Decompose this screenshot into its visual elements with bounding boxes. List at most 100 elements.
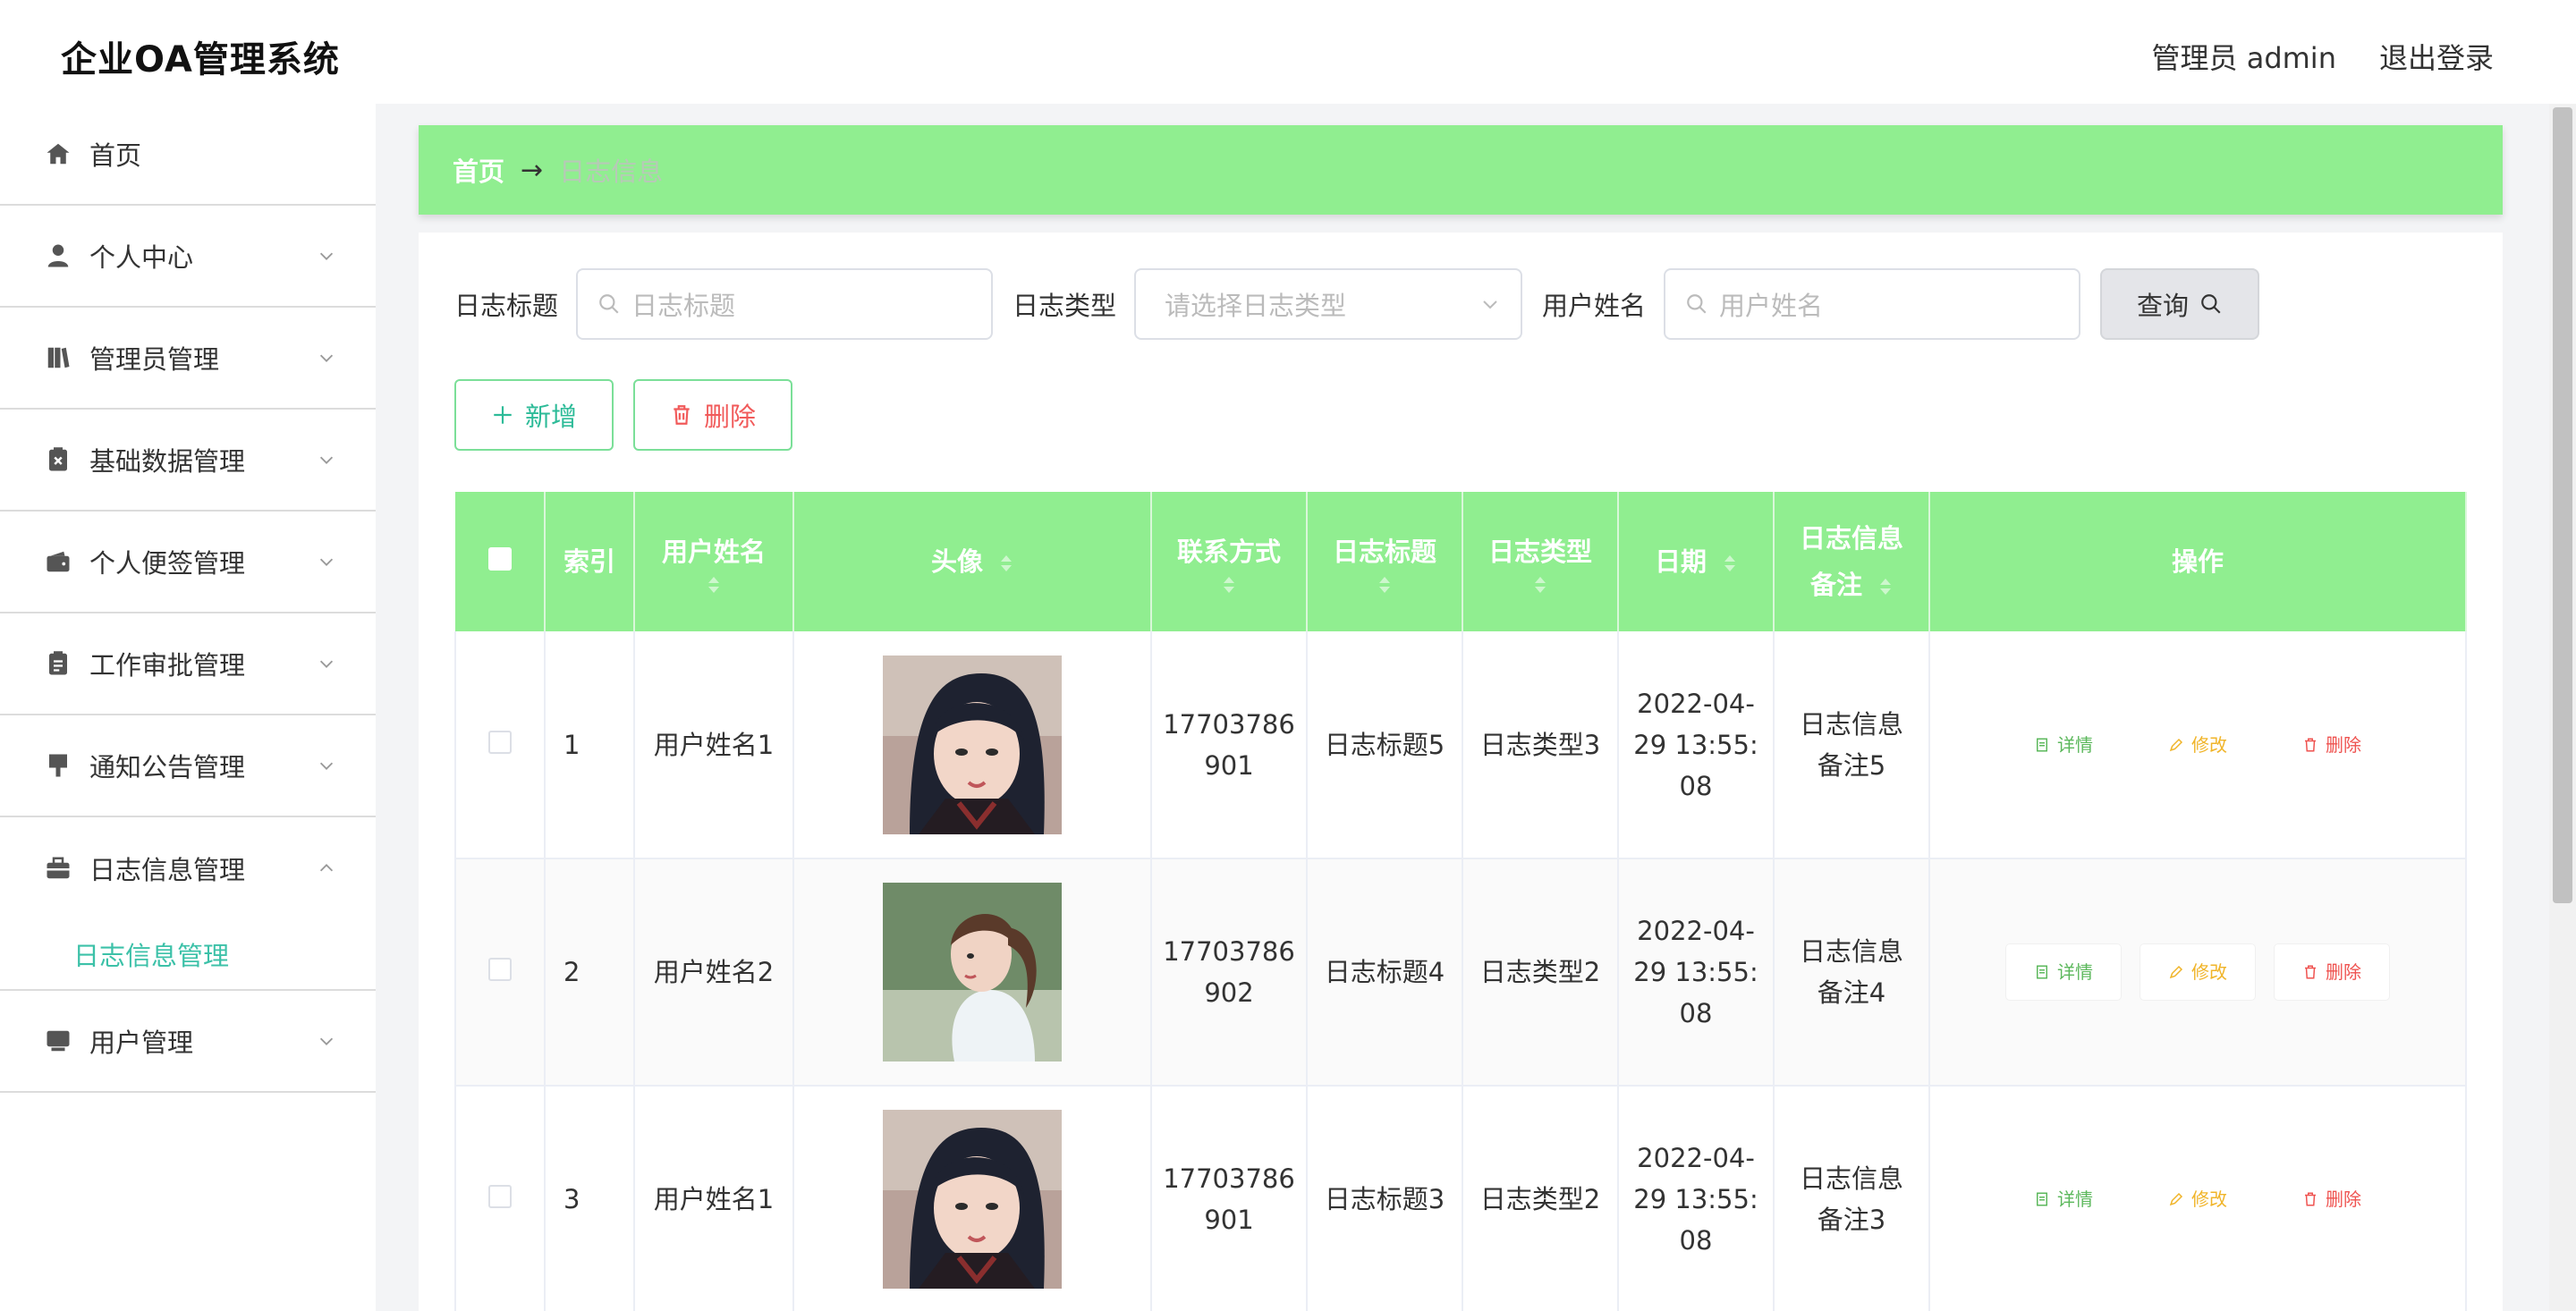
row-contact-part: 17703786 <box>1163 936 1295 967</box>
breadcrumb-home[interactable]: 首页 <box>453 151 504 189</box>
sort-icon[interactable] <box>707 575 721 595</box>
detail-button[interactable]: 详情 <box>2006 1171 2121 1227</box>
sidebar-item-label: 管理员管理 <box>89 344 220 375</box>
row-avatar-cell <box>793 631 1152 859</box>
row-log-type: 日志类型3 <box>1462 631 1619 859</box>
row-note-part: 备注3 <box>1817 1205 1886 1235</box>
column-header-username[interactable]: 用户姓名 <box>634 492 794 631</box>
briefcase-icon <box>45 855 72 882</box>
column-log-title-label: 日志标题 <box>1332 537 1436 567</box>
sort-icon[interactable] <box>1222 575 1236 595</box>
row-delete-button[interactable]: 删除 <box>2275 944 2389 1000</box>
row-checkbox[interactable] <box>488 958 512 981</box>
sidebar-item-label: 工作审批管理 <box>89 650 246 681</box>
sort-icon[interactable] <box>1878 577 1893 596</box>
plus-icon <box>494 406 512 424</box>
sidebar-subitem-log-management[interactable]: 日志信息管理 <box>0 919 376 991</box>
sort-icon[interactable] <box>1723 554 1737 573</box>
sidebar-item-approval[interactable]: 工作审批管理 <box>0 613 376 715</box>
sidebar-item-logs[interactable]: 日志信息管理 <box>0 817 376 919</box>
sidebar-item-users[interactable]: 用户管理 <box>0 991 376 1093</box>
chevron-down-icon <box>319 456 334 464</box>
edit-button[interactable]: 修改 <box>2140 944 2255 1000</box>
sort-icon[interactable] <box>999 554 1013 573</box>
sidebar-item-profile[interactable]: 个人中心 <box>0 206 376 308</box>
detail-button-label: 详情 <box>2057 1188 2093 1210</box>
sidebar-item-basic-data[interactable]: 基础数据管理 <box>0 410 376 512</box>
sidebar-item-notices[interactable]: 通知公告管理 <box>0 715 376 817</box>
column-header-avatar[interactable]: 头像 <box>793 492 1152 631</box>
add-button[interactable]: 新增 <box>454 379 614 451</box>
column-header-log-type[interactable]: 日志类型 <box>1462 492 1619 631</box>
row-avatar-cell <box>793 858 1152 1087</box>
row-log-type: 日志类型2 <box>1462 858 1619 1087</box>
row-date-part: 2022-04- <box>1637 688 1755 719</box>
row-date-part: 08 <box>1679 998 1713 1028</box>
delete-button-label: 删除 <box>703 402 756 432</box>
table-row: 1 用户姓名1 17703786 901 日志标题5 日志类型3 2022-04… <box>454 631 2467 859</box>
row-index: 1 <box>545 631 635 859</box>
edit-button-label: 修改 <box>2191 1188 2227 1210</box>
sidebar-item-home[interactable]: 首页 <box>0 104 376 206</box>
sidebar-item-notes[interactable]: 个人便签管理 <box>0 512 376 613</box>
sort-icon[interactable] <box>1377 575 1392 595</box>
detail-button[interactable]: 详情 <box>2006 944 2121 1000</box>
row-date: 2022-04- 29 13:55: 08 <box>1618 1086 1775 1311</box>
row-note-part: 备注5 <box>1817 749 1886 781</box>
row-note-part: 日志信息 <box>1799 708 1903 740</box>
chevron-down-icon <box>319 1037 334 1045</box>
row-delete-button[interactable]: 删除 <box>2275 717 2389 773</box>
breadcrumb: 首页 → 日志信息 <box>419 125 2503 215</box>
select-all-cell <box>455 492 546 631</box>
column-header-log-title[interactable]: 日志标题 <box>1307 492 1463 631</box>
current-user-label: 管理员 admin <box>2151 41 2336 75</box>
avatar-image[interactable] <box>883 883 1062 1061</box>
column-header-contact[interactable]: 联系方式 <box>1151 492 1308 631</box>
scrollbar-thumb[interactable] <box>2553 107 2572 903</box>
user-icon <box>45 242 72 269</box>
log-type-select[interactable]: 请选择日志类型 <box>1134 268 1523 340</box>
detail-button[interactable]: 详情 <box>2006 717 2121 773</box>
edit-button[interactable]: 修改 <box>2140 1171 2255 1227</box>
action-buttons: 新增 删除 <box>454 379 792 451</box>
column-log-type-label: 日志类型 <box>1487 537 1592 567</box>
username-label: 用户姓名 <box>1542 291 1647 321</box>
avatar-image[interactable] <box>883 1110 1062 1289</box>
query-button-label: 查询 <box>2137 291 2190 321</box>
row-checkbox[interactable] <box>488 1185 512 1208</box>
breadcrumb-arrow-icon: → <box>521 154 544 186</box>
row-contact: 17703786 902 <box>1151 858 1308 1087</box>
column-header-date[interactable]: 日期 <box>1618 492 1775 631</box>
row-contact: 17703786 901 <box>1151 1086 1308 1311</box>
log-type-placeholder: 请选择日志类型 <box>1165 291 1347 321</box>
trash-icon <box>674 405 690 425</box>
row-delete-button[interactable]: 删除 <box>2275 1171 2389 1227</box>
sort-icon[interactable] <box>1533 575 1547 595</box>
username-placeholder: 用户姓名 <box>1719 291 1824 321</box>
chevron-down-icon <box>319 660 334 668</box>
row-date-part: 29 13:55: <box>1633 729 1758 760</box>
row-ops: 详情 修改 删除 <box>1929 1086 2467 1311</box>
column-header-note[interactable]: 日志信息 备注 <box>1774 492 1930 631</box>
row-note-part: 备注4 <box>1817 977 1886 1008</box>
sidebar-item-label: 基础数据管理 <box>89 446 246 477</box>
logout-link[interactable]: 退出登录 <box>2379 36 2494 77</box>
row-select-cell <box>454 631 546 859</box>
row-checkbox[interactable] <box>488 730 512 754</box>
table-row: 2 用户姓名2 17703786 902 日志标题4 日志类型2 2022-04… <box>454 858 2467 1087</box>
username-input[interactable]: 用户姓名 <box>1664 268 2081 340</box>
vertical-scrollbar[interactable] <box>2549 104 2576 1311</box>
sidebar-item-admin[interactable]: 管理员管理 <box>0 308 376 410</box>
delete-button[interactable]: 删除 <box>633 379 792 451</box>
column-username-label: 用户姓名 <box>661 537 766 567</box>
row-log-title: 日志标题4 <box>1307 858 1463 1087</box>
chevron-down-icon <box>319 762 334 770</box>
select-all-checkbox[interactable] <box>487 547 512 571</box>
table-header-row: 索引 用户姓名 头像 联系方式 日志标题 日志类型 日期 日志信息 备注 操作 <box>455 492 2467 631</box>
pin-icon <box>45 752 72 779</box>
log-title-input[interactable]: 日志标题 <box>576 268 994 340</box>
edit-button[interactable]: 修改 <box>2140 717 2255 773</box>
query-button[interactable]: 查询 <box>2100 268 2260 340</box>
avatar-image[interactable] <box>883 655 1062 834</box>
row-index: 2 <box>545 858 635 1087</box>
